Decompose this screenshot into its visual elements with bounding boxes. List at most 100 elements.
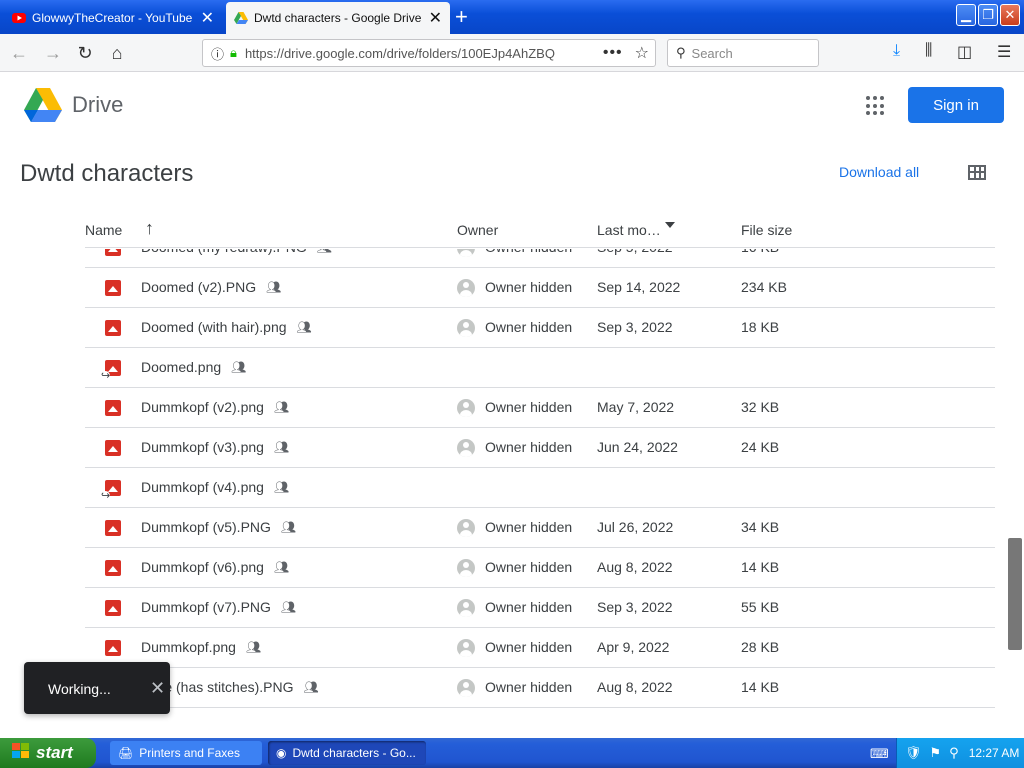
shared-icon: 👥︎ bbox=[231, 360, 247, 374]
file-row[interactable]: Dummkopf.png 👥︎ Owner hidden Apr 9, 2022 … bbox=[85, 628, 995, 668]
download-all-button[interactable]: Download all bbox=[839, 164, 919, 180]
file-row[interactable]: Dummkopf (v4).png 👥︎ bbox=[85, 468, 995, 508]
owner-avatar-icon bbox=[457, 519, 475, 537]
sign-in-button[interactable]: Sign in bbox=[908, 87, 1004, 123]
new-tab-icon[interactable]: + bbox=[455, 4, 468, 30]
system-tray: 🛡︎ ⚑ ⚲ 12:27 AM bbox=[896, 738, 1024, 768]
start-button[interactable]: start bbox=[0, 738, 96, 768]
downloads-icon[interactable]: ⤓ bbox=[893, 42, 900, 60]
file-row[interactable]: Dummkopf (v7).PNG 👥︎ Owner hidden Sep 3, … bbox=[85, 588, 995, 628]
file-size: 16 KB bbox=[741, 249, 779, 255]
tab-close-icon[interactable]: ✕ bbox=[201, 8, 214, 28]
toast-close-icon[interactable]: ✕ bbox=[150, 678, 165, 699]
url-text[interactable]: https://drive.google.com/drive/folders/1… bbox=[245, 46, 603, 61]
menu-icon[interactable]: ☰ bbox=[997, 42, 1011, 62]
tab-youtube[interactable]: GlowwyTheCreator - YouTube ✕ bbox=[4, 2, 222, 34]
file-owner: Owner hidden bbox=[485, 559, 573, 575]
owner-avatar-icon bbox=[457, 679, 475, 697]
column-header: Name ↑ Owner Last mo… File size bbox=[85, 212, 995, 248]
google-apps-icon[interactable] bbox=[866, 96, 886, 116]
file-size: 14 KB bbox=[741, 559, 780, 575]
restore-icon[interactable]: ❐ bbox=[978, 4, 998, 26]
image-file-icon bbox=[105, 280, 121, 296]
file-owner: Owner hidden bbox=[485, 599, 573, 615]
bookmark-star-icon[interactable]: ☆ bbox=[635, 43, 649, 63]
grid-view-icon[interactable] bbox=[968, 165, 986, 180]
file-row[interactable]: Dummkopf (v3).png 👥︎ Owner hidden Jun 24,… bbox=[85, 428, 995, 468]
file-size: 34 KB bbox=[741, 519, 780, 535]
minimize-icon[interactable]: ▁ bbox=[956, 4, 976, 26]
security-shield-icon[interactable]: 🛡︎ bbox=[905, 745, 922, 761]
scrollbar-thumb[interactable] bbox=[1008, 538, 1022, 650]
column-name[interactable]: Name bbox=[85, 222, 122, 238]
file-name-text: Dummkopf.png bbox=[141, 639, 236, 655]
page-actions-icon[interactable]: ••• bbox=[603, 44, 623, 62]
file-row[interactable]: Doomed (v2).PNG 👥︎ Owner hidden Sep 14, 2… bbox=[85, 268, 995, 308]
home-icon[interactable]: ⌂ bbox=[104, 40, 130, 66]
tab-close-icon[interactable]: ✕ bbox=[429, 8, 442, 28]
forward-icon[interactable]: → bbox=[40, 40, 66, 66]
tab-google-drive[interactable]: Dwtd characters - Google Drive ✕ bbox=[226, 2, 450, 34]
navigation-bar: ← → ↻ ⌂ ⓘ 🔒︎ https://drive.google.com/dr… bbox=[0, 34, 1024, 72]
column-file-size: File size bbox=[741, 222, 793, 238]
url-bar[interactable]: ⓘ 🔒︎ https://drive.google.com/drive/fold… bbox=[202, 39, 656, 67]
google-drive-logo-icon[interactable] bbox=[24, 88, 62, 127]
reload-icon[interactable]: ↻ bbox=[72, 40, 98, 66]
file-row[interactable]: Face (has stitches).PNG 👥︎ Owner hidden A… bbox=[85, 668, 995, 708]
file-name-text: Doomed (v2).PNG bbox=[141, 279, 257, 295]
library-icon[interactable]: ⫼ bbox=[925, 42, 932, 60]
column-owner: Owner bbox=[457, 222, 499, 238]
sidebar-icon[interactable]: ◫ bbox=[957, 42, 972, 62]
file-name: Doomed (with hair).png 👥︎ bbox=[141, 319, 312, 335]
file-owner: Owner hidden bbox=[485, 519, 573, 535]
owner-avatar-icon bbox=[457, 559, 475, 577]
image-file-icon bbox=[105, 249, 121, 256]
file-size: 18 KB bbox=[741, 319, 780, 335]
taskbar: start 🖨︎ Printers and Faxes ◉ Dwtd chara… bbox=[0, 738, 1024, 768]
image-file-icon bbox=[105, 320, 121, 336]
firefox-icon: ◉ bbox=[276, 746, 287, 760]
file-owner: Owner hidden bbox=[485, 399, 573, 415]
sort-dropdown-icon[interactable] bbox=[665, 222, 675, 228]
taskbar-item-printers[interactable]: 🖨︎ Printers and Faxes bbox=[110, 741, 262, 765]
drive-header: Drive Sign in bbox=[0, 72, 1024, 136]
taskbar-item-firefox[interactable]: ◉ Dwtd characters - Go... bbox=[268, 741, 426, 765]
search-tray-icon[interactable]: ⚲ bbox=[949, 745, 959, 761]
file-row[interactable]: Dummkopf (v5).PNG 👥︎ Owner hidden Jul 26,… bbox=[85, 508, 995, 548]
shared-icon: 👥︎ bbox=[280, 520, 297, 534]
shared-icon: 👥︎ bbox=[317, 249, 332, 254]
info-icon[interactable]: ⓘ bbox=[211, 44, 224, 63]
back-icon[interactable]: ← bbox=[6, 40, 32, 66]
sort-ascending-icon[interactable]: ↑ bbox=[145, 218, 154, 239]
lock-icon[interactable]: 🔒︎ bbox=[230, 45, 237, 61]
file-last-modified: Aug 8, 2022 bbox=[597, 679, 673, 695]
file-row[interactable]: Doomed (with hair).png 👥︎ Owner hidden Se… bbox=[85, 308, 995, 348]
owner-avatar-icon bbox=[457, 279, 475, 297]
network-icon[interactable]: ⚑ bbox=[930, 745, 942, 761]
file-last-modified: Aug 8, 2022 bbox=[597, 559, 673, 575]
file-name-text: Doomed (with hair).png bbox=[141, 319, 287, 335]
file-size: 14 KB bbox=[741, 679, 780, 695]
file-name: Dummkopf (v3).png 👥︎ bbox=[141, 439, 289, 455]
close-window-icon[interactable]: ✕ bbox=[1000, 4, 1020, 26]
column-last-modified[interactable]: Last mo… bbox=[597, 222, 661, 238]
file-row[interactable]: Doomed.png 👥︎ bbox=[85, 348, 995, 388]
shared-icon: 👥︎ bbox=[273, 400, 290, 414]
owner-avatar-icon bbox=[457, 599, 475, 617]
file-list-rows: Doomed (my redraw).PNG 👥︎ Owner hidden Se… bbox=[85, 249, 995, 708]
search-icon: ⚲ bbox=[676, 45, 686, 60]
image-file-icon bbox=[105, 600, 121, 616]
tab-label: GlowwyTheCreator - YouTube bbox=[32, 11, 193, 25]
file-last-modified: Jun 24, 2022 bbox=[597, 439, 678, 455]
keyboard-icon[interactable]: ⌨ bbox=[870, 746, 889, 762]
file-row[interactable]: Dummkopf (v6).png 👥︎ Owner hidden Aug 8, … bbox=[85, 548, 995, 588]
search-input[interactable]: ⚲ Search bbox=[667, 39, 819, 67]
file-row[interactable]: Dummkopf (v2).png 👥︎ Owner hidden May 7, … bbox=[85, 388, 995, 428]
product-title[interactable]: Drive bbox=[72, 92, 123, 118]
file-row[interactable]: Doomed (my redraw).PNG 👥︎ Owner hidden Se… bbox=[85, 249, 995, 268]
scrollbar-track[interactable] bbox=[1006, 248, 1024, 738]
shared-icon: 👥︎ bbox=[280, 600, 297, 614]
image-file-icon bbox=[105, 520, 121, 536]
clock: 12:27 AM bbox=[968, 746, 1020, 760]
file-owner: Owner hidden bbox=[485, 249, 572, 255]
